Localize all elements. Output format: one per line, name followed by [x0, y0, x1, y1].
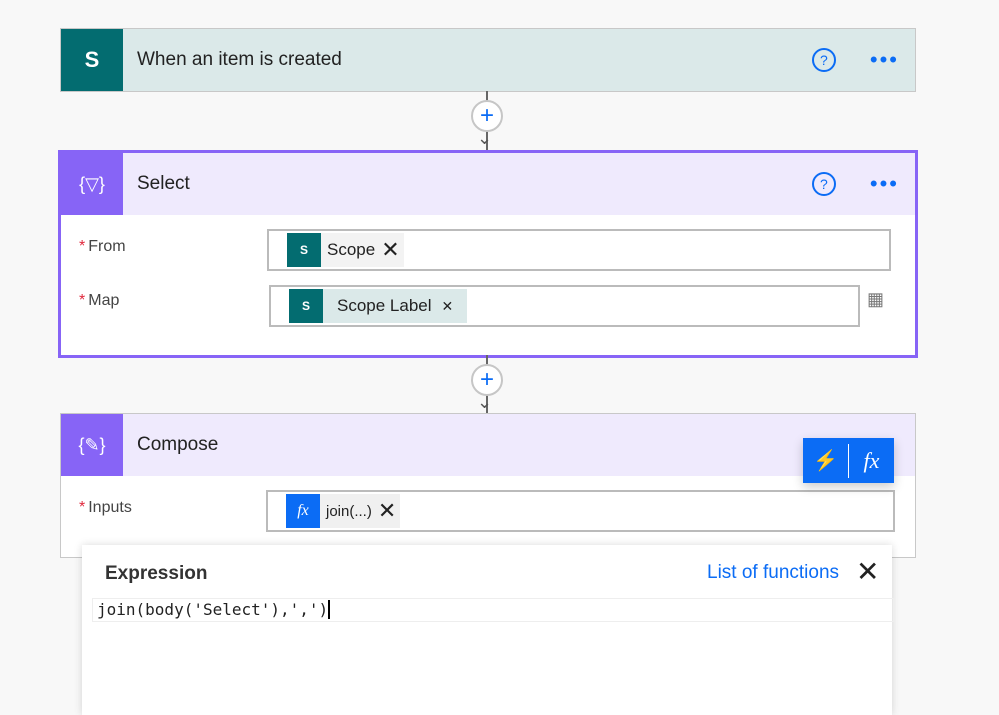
more-options-icon[interactable]: ••• — [870, 171, 899, 197]
more-options-icon[interactable]: ••• — [870, 47, 899, 73]
fx-icon: fx — [286, 494, 320, 528]
compose-card[interactable]: {✎} Compose * Inputs fx join(...) ✕ — [60, 413, 916, 558]
expression-fx-icon[interactable]: fx — [849, 448, 894, 474]
remove-token-icon[interactable]: ✕ — [442, 298, 454, 315]
trigger-card[interactable]: S When an item is created ? ••• — [60, 28, 916, 92]
close-icon[interactable]: ✕ — [856, 555, 879, 588]
list-of-functions-link[interactable]: List of functions — [707, 562, 839, 584]
map-token: Scope Label — [337, 296, 432, 315]
sharepoint-icon: S — [287, 233, 321, 267]
arrow-down-icon: ⌄ — [477, 392, 493, 412]
select-card[interactable]: {▽} Select ? ••• * From S Scope ✕ * Map S … — [58, 150, 918, 358]
from-field[interactable]: S Scope ✕ — [267, 229, 891, 271]
expression-input[interactable]: join(body('Select'),',') — [92, 598, 894, 622]
inputs-token: join(...) — [326, 502, 372, 520]
from-label: * From — [79, 238, 126, 255]
map-field[interactable]: S Scope Label ✕ — [269, 285, 860, 327]
switch-to-table-icon[interactable]: ▦ — [867, 289, 884, 310]
help-icon[interactable]: ? — [811, 172, 836, 196]
remove-token-icon[interactable]: ✕ — [378, 498, 396, 524]
from-token: Scope — [327, 240, 376, 259]
expression-panel: Expression List of functions ✕ join(body… — [82, 545, 894, 715]
help-icon[interactable]: ? — [811, 48, 836, 72]
compose-icon: {✎} — [61, 414, 123, 476]
sharepoint-icon: S — [289, 289, 323, 323]
expression-title: Expression — [105, 563, 208, 584]
inputs-label: * Inputs — [79, 499, 132, 516]
map-label: * Map — [79, 292, 120, 309]
sharepoint-icon: S — [61, 29, 123, 91]
dynamic-content-icon[interactable]: ⚡ — [803, 448, 848, 473]
compose-title: Compose — [137, 434, 219, 455]
select-title: Select — [137, 173, 190, 194]
remove-token-icon[interactable]: ✕ — [381, 237, 399, 263]
trigger-title: When an item is created — [137, 49, 342, 70]
inputs-field[interactable]: fx join(...) ✕ — [266, 490, 895, 532]
data-operation-icon: {▽} — [61, 153, 123, 215]
dynamic-content-toggle: ⚡ fx — [803, 438, 894, 483]
arrow-down-icon: ⌄ — [477, 128, 493, 148]
